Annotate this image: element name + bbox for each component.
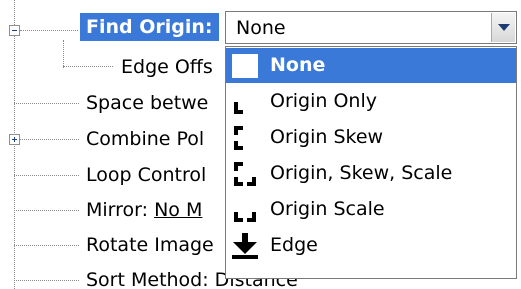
blank-origin-icon: [232, 54, 258, 78]
combobox-value: None: [236, 17, 286, 39]
tree-item-loop-control[interactable]: Loop Control: [86, 163, 206, 187]
origin-skew-scale-icon: [234, 162, 256, 186]
option-label: Origin Only: [270, 90, 377, 112]
tree-branch-sort: [14, 280, 79, 281]
option-origin-skew[interactable]: Origin Skew: [226, 120, 516, 155]
option-label: Origin, Skew, Scale: [270, 162, 453, 184]
tree-branch-find-origin: [20, 30, 78, 31]
option-label: Edge: [270, 234, 318, 256]
option-origin-only[interactable]: Origin Only: [226, 84, 516, 119]
option-none[interactable]: None: [226, 48, 516, 83]
option-edge[interactable]: Edge: [226, 228, 516, 263]
tree-branch-combine: [20, 139, 79, 140]
expand-toggle-combine[interactable]: [9, 134, 20, 145]
tree-branch-space-between: [14, 103, 79, 104]
tree-branch-loop-control: [14, 175, 79, 176]
mirror-label: Mirror:: [86, 199, 149, 221]
option-label: Origin Scale: [270, 198, 385, 220]
tree-item-mirror[interactable]: Mirror: No M: [86, 198, 202, 222]
tree-item-space-between[interactable]: Space betwe: [86, 91, 208, 115]
option-label: None: [270, 54, 326, 76]
dropdown-arrow-icon[interactable]: [491, 13, 515, 42]
tree-branch-rotate: [14, 245, 79, 246]
tree-branch-edge-offset: [63, 66, 113, 67]
tree-item-combine[interactable]: Combine Pol: [86, 127, 204, 151]
find-origin-dropdown-list: None Origin Only Origin Skew Origin, Ske…: [225, 46, 517, 279]
option-origin-skew-scale[interactable]: Origin, Skew, Scale: [226, 156, 516, 191]
collapse-toggle-find-origin[interactable]: [9, 25, 20, 36]
origin-only-icon: [234, 102, 243, 114]
tree-item-rotate[interactable]: Rotate Image: [86, 233, 214, 257]
tree-item-find-origin[interactable]: Find Origin:: [80, 13, 219, 41]
find-origin-combobox[interactable]: None: [225, 11, 517, 44]
tree-item-edge-offset[interactable]: Edge Offs: [121, 55, 213, 79]
option-label: Origin Skew: [270, 126, 384, 148]
property-grid: Find Origin: Edge Offs Space betwe Combi…: [0, 0, 521, 289]
edge-arrow-icon: [232, 233, 258, 259]
tree-branch-mirror: [14, 210, 79, 211]
origin-scale-icon: [234, 212, 256, 222]
tree-vertical-line-child: [63, 40, 64, 68]
option-origin-scale[interactable]: Origin Scale: [226, 192, 516, 227]
mirror-value[interactable]: No M: [154, 199, 202, 221]
origin-skew-icon: [234, 126, 243, 150]
